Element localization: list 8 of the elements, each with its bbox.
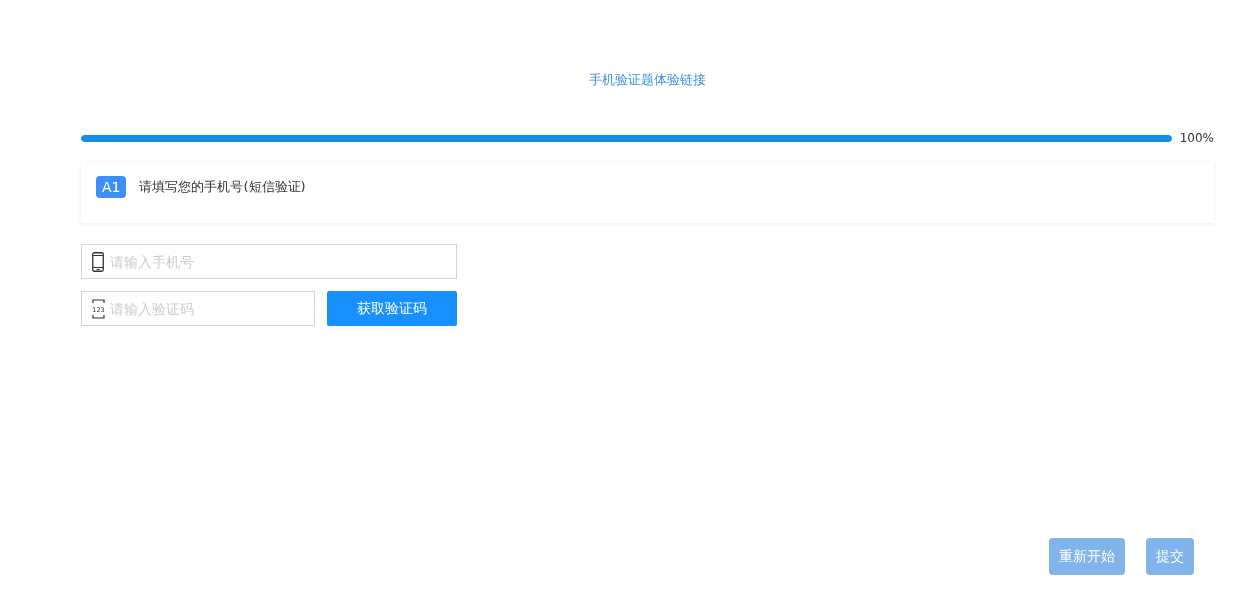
phone-icon xyxy=(92,251,104,272)
survey-title: 手机验证题体验链接 xyxy=(589,72,706,88)
submit-button[interactable]: 提交 xyxy=(1146,538,1194,575)
question-text: 请填写您的手机号(短信验证) xyxy=(139,178,306,196)
get-code-button[interactable]: 获取验证码 xyxy=(327,291,457,326)
progress-reading: 100% xyxy=(1179,130,1214,146)
restart-button[interactable]: 重新开始 xyxy=(1049,538,1125,575)
question-number: A1 xyxy=(96,176,127,198)
